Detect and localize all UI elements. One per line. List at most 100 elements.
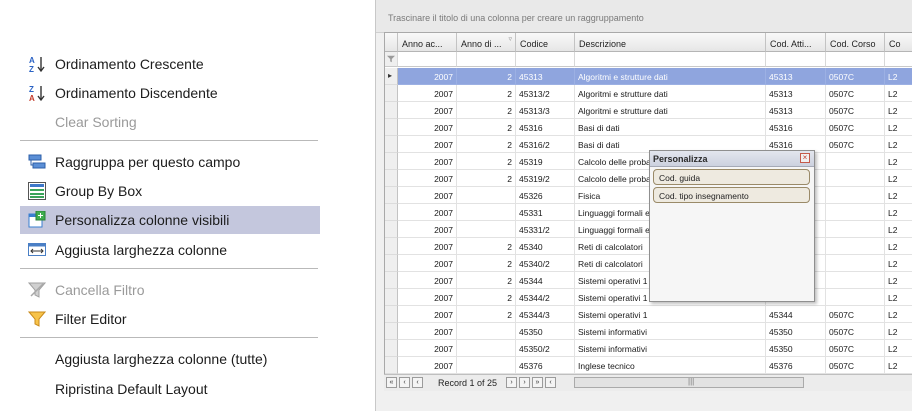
table-cell[interactable]: 2 <box>457 306 516 323</box>
filter-dropdown-icon[interactable]: ▿ <box>508 35 512 43</box>
menu-item-group-by-field[interactable]: Raggruppa per questo campo <box>20 148 320 176</box>
table-cell[interactable] <box>457 323 516 340</box>
column-header-anno-di-corso[interactable]: Anno di ... ▿ <box>457 33 516 52</box>
row-indicator[interactable] <box>385 119 398 136</box>
table-cell[interactable]: 0507C <box>826 102 885 119</box>
column-header-codice[interactable]: Codice <box>516 33 575 52</box>
table-cell[interactable]: 45331 <box>516 204 575 221</box>
table-cell[interactable]: L2 <box>885 306 912 323</box>
menu-item-group-by-box[interactable]: Group By Box <box>20 177 320 205</box>
table-cell[interactable]: L2 <box>885 272 912 289</box>
table-cell[interactable]: 2 <box>457 153 516 170</box>
table-cell[interactable]: 45313/3 <box>516 102 575 119</box>
table-cell[interactable]: 2007 <box>398 68 457 85</box>
table-cell[interactable]: L2 <box>885 221 912 238</box>
table-cell[interactable] <box>826 153 885 170</box>
group-panel[interactable]: Trascinare il titolo di una colonna per … <box>376 0 912 33</box>
table-cell[interactable]: 45350 <box>766 323 826 340</box>
table-cell[interactable]: 2 <box>457 136 516 153</box>
table-cell[interactable]: 45316 <box>516 119 575 136</box>
table-cell[interactable]: L2 <box>885 357 912 374</box>
table-cell[interactable]: 2007 <box>398 323 457 340</box>
table-cell[interactable] <box>826 272 885 289</box>
table-cell[interactable]: 0507C <box>826 85 885 102</box>
table-cell[interactable]: 45340/2 <box>516 255 575 272</box>
filter-cell[interactable] <box>766 52 826 67</box>
row-indicator[interactable] <box>385 272 398 289</box>
row-indicator[interactable] <box>385 153 398 170</box>
close-icon[interactable]: × <box>800 153 810 163</box>
table-cell[interactable]: Sistemi informativi <box>575 323 766 340</box>
table-cell[interactable]: 45376 <box>766 357 826 374</box>
table-cell[interactable] <box>457 340 516 357</box>
row-indicator[interactable] <box>385 255 398 272</box>
table-cell[interactable]: 2007 <box>398 221 457 238</box>
menu-item-sort-descending[interactable]: Z A Ordinamento Discendente <box>20 79 320 107</box>
filter-cell[interactable] <box>826 52 885 67</box>
column-header-cod-corso[interactable]: Cod. Corso <box>826 33 885 52</box>
menu-item-sort-ascending[interactable]: A Z Ordinamento Crescente <box>20 50 320 78</box>
menu-item-best-fit[interactable]: Aggiusta larghezza colonne <box>20 236 320 264</box>
table-cell[interactable]: 45313 <box>766 85 826 102</box>
table-cell[interactable] <box>457 187 516 204</box>
table-cell[interactable]: 2 <box>457 170 516 187</box>
table-cell[interactable]: 45350 <box>516 323 575 340</box>
table-cell[interactable]: L2 <box>885 102 912 119</box>
filter-cell[interactable] <box>398 52 457 67</box>
table-cell[interactable]: 2007 <box>398 340 457 357</box>
table-cell[interactable]: 45350/2 <box>516 340 575 357</box>
table-cell[interactable]: 2007 <box>398 187 457 204</box>
table-cell[interactable] <box>826 238 885 255</box>
table-cell[interactable]: 2007 <box>398 204 457 221</box>
first-page-button[interactable]: « <box>386 377 397 388</box>
table-cell[interactable]: Sistemi informativi <box>575 340 766 357</box>
table-cell[interactable] <box>457 204 516 221</box>
table-cell[interactable]: 2 <box>457 85 516 102</box>
table-cell[interactable]: 0507C <box>826 119 885 136</box>
next-record-button[interactable]: › <box>506 377 517 388</box>
prev-page-button[interactable]: ‹ <box>399 377 410 388</box>
table-cell[interactable]: 2 <box>457 289 516 306</box>
table-cell[interactable]: L2 <box>885 289 912 306</box>
filter-cell[interactable] <box>885 52 912 67</box>
table-cell[interactable]: 2 <box>457 255 516 272</box>
table-cell[interactable]: L2 <box>885 170 912 187</box>
table-cell[interactable]: 2 <box>457 102 516 119</box>
table-cell[interactable]: 45313 <box>766 102 826 119</box>
table-cell[interactable]: 2007 <box>398 170 457 187</box>
last-page-button[interactable]: » <box>532 377 543 388</box>
table-cell[interactable]: Algoritmi e strutture dati <box>575 102 766 119</box>
table-cell[interactable]: 2 <box>457 68 516 85</box>
table-cell[interactable]: L2 <box>885 119 912 136</box>
row-indicator[interactable] <box>385 357 398 374</box>
table-cell[interactable]: 45313 <box>766 68 826 85</box>
table-cell[interactable] <box>826 187 885 204</box>
table-cell[interactable]: Inglese tecnico <box>575 357 766 374</box>
row-indicator[interactable] <box>385 102 398 119</box>
column-header-cod-attivita[interactable]: Cod. Atti... <box>766 33 826 52</box>
table-cell[interactable]: Basi di dati <box>575 119 766 136</box>
menu-item-clear-sorting[interactable]: Clear Sorting <box>20 108 320 136</box>
table-cell[interactable]: 45313/2 <box>516 85 575 102</box>
table-cell[interactable]: Sistemi operativi 1 <box>575 306 766 323</box>
row-indicator[interactable] <box>385 136 398 153</box>
table-cell[interactable]: 2007 <box>398 238 457 255</box>
table-cell[interactable]: 45326 <box>516 187 575 204</box>
table-cell[interactable]: L2 <box>885 85 912 102</box>
menu-item-reset-layout[interactable]: Ripristina Default Layout <box>20 375 320 403</box>
row-indicator[interactable] <box>385 204 398 221</box>
table-cell[interactable] <box>826 170 885 187</box>
table-cell[interactable]: 2007 <box>398 272 457 289</box>
table-cell[interactable]: L2 <box>885 153 912 170</box>
table-cell[interactable]: 0507C <box>826 323 885 340</box>
row-indicator[interactable] <box>385 323 398 340</box>
table-cell[interactable]: L2 <box>885 136 912 153</box>
table-cell[interactable]: 45313 <box>516 68 575 85</box>
table-cell[interactable]: 45376 <box>516 357 575 374</box>
table-cell[interactable]: 0507C <box>826 340 885 357</box>
table-cell[interactable]: 45331/2 <box>516 221 575 238</box>
table-cell[interactable]: L2 <box>885 340 912 357</box>
table-cell[interactable]: 0507C <box>826 136 885 153</box>
table-cell[interactable]: 45340 <box>516 238 575 255</box>
row-indicator[interactable] <box>385 306 398 323</box>
